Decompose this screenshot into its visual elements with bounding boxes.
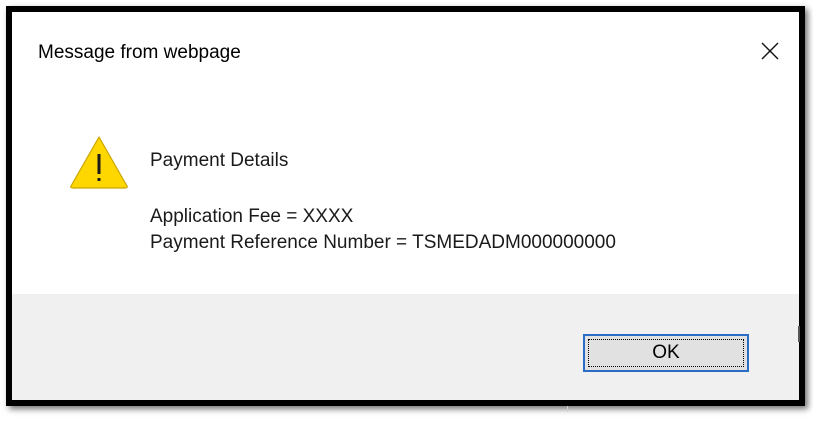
warning-icon bbox=[70, 136, 128, 189]
bottom-tick bbox=[567, 406, 568, 412]
payment-reference-label: Payment Reference Number = bbox=[150, 232, 413, 253]
ok-button[interactable]: OK bbox=[583, 334, 749, 372]
ok-button-label: OK bbox=[652, 342, 680, 363]
application-fee-value: XXXX bbox=[302, 206, 354, 227]
screenshot-page: Message from webpage Payment Details App… bbox=[0, 0, 813, 429]
dialog-title: Message from webpage bbox=[38, 42, 241, 63]
dialog-footer: OK bbox=[12, 294, 799, 400]
payment-reference-value: TSMEDADM000000000 bbox=[412, 232, 616, 253]
screenshot-frame: Message from webpage Payment Details App… bbox=[6, 6, 805, 406]
message-heading: Payment Details bbox=[150, 150, 289, 171]
edge-mark bbox=[798, 326, 800, 342]
dialog-titlebar[interactable]: Message from webpage bbox=[12, 12, 799, 98]
application-fee-label: Application Fee = bbox=[150, 206, 303, 227]
message-dialog: Message from webpage Payment Details App… bbox=[12, 12, 799, 400]
close-icon bbox=[761, 42, 779, 60]
payment-reference-line: Payment Reference Number = TSMEDADM00000… bbox=[150, 232, 616, 254]
dialog-content: Payment Details Application Fee = XXXX P… bbox=[12, 98, 799, 294]
close-button[interactable] bbox=[755, 36, 785, 66]
application-fee-line: Application Fee = XXXX bbox=[150, 206, 353, 228]
